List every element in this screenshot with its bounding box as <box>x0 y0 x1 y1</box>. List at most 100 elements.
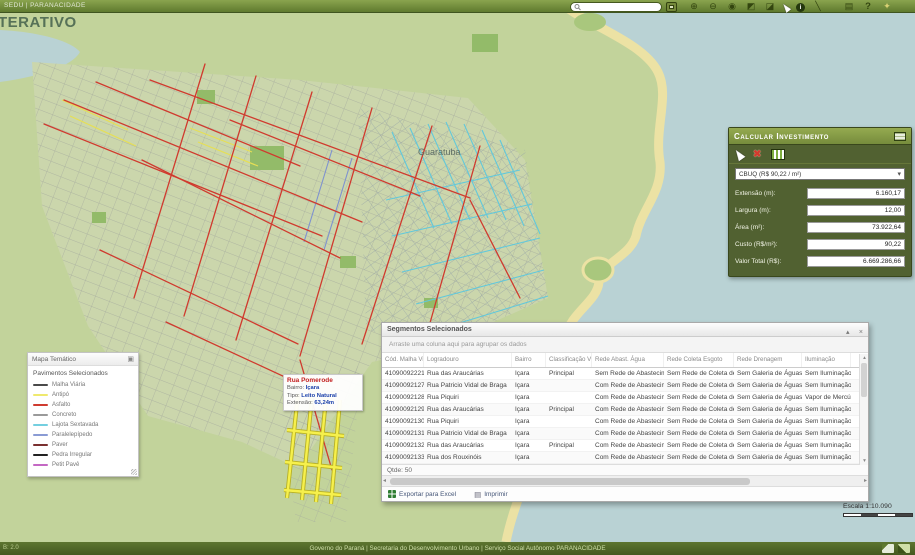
clear-selection-icon[interactable]: ✖ <box>753 149 761 160</box>
table-cell: Sem Iluminação <box>805 430 851 437</box>
scroll-down-icon[interactable]: ▾ <box>860 457 869 465</box>
calculator-icon[interactable] <box>894 131 906 141</box>
invest-field-row: Extensão (m): 6.160,17 <box>735 185 905 202</box>
print-label: Imprimir <box>484 490 508 498</box>
invest-field-label: Área (m²): <box>735 224 765 231</box>
invest-field-label: Extensão (m): <box>735 190 776 197</box>
legend-item: Asfalto <box>33 400 133 410</box>
invest-field-input[interactable]: 6.669.286,66 <box>807 256 905 267</box>
legend-item: Paver <box>33 440 133 450</box>
tooltip-row: Extensão: 63,24m <box>287 400 359 408</box>
legend-item: Pedra Irregular <box>33 450 133 460</box>
print-icon[interactable]: ▤ <box>843 0 855 13</box>
table-row[interactable]: 41090092221 Rua das Araucárias Içara Princi… <box>382 368 861 380</box>
invest-field-input[interactable]: 90,22 <box>807 239 905 250</box>
info-icon[interactable]: i <box>796 3 805 12</box>
scroll-thumb[interactable] <box>390 478 750 485</box>
invest-field-row: Custo (R$/m²): 90,22 <box>735 236 905 253</box>
legend-label: Lajota Sextavada <box>52 422 99 428</box>
select-tool-icon[interactable] <box>732 147 746 162</box>
window-close-icon[interactable]: × <box>859 329 863 336</box>
table-row[interactable]: 41090092127 Rua Patricio Vidal de Braga Iç… <box>382 380 861 392</box>
table-cell: 41090092131 <box>385 430 424 437</box>
key-icon[interactable]: ✦ <box>881 0 893 13</box>
table-row[interactable]: 41090092130 Rua Piquiri Içara Com Rede de A… <box>382 416 861 428</box>
table-cell: Rua Patricio Vidal de Braga <box>427 430 507 437</box>
table-cell: Sem Galeria de Águas Pl... <box>737 430 802 437</box>
search-submit-button[interactable] <box>666 1 677 12</box>
table-row[interactable]: 41090092133 Rua dos Rouxinóis Içara Com Red… <box>382 452 861 464</box>
table-cell: Rua Piquiri <box>427 418 459 425</box>
search-input[interactable] <box>581 2 659 11</box>
legend-swatch <box>33 383 48 387</box>
tooltip-value: Leito Natural <box>301 392 337 399</box>
group-drop-zone[interactable]: Arraste uma coluna aqui para agrupar os … <box>382 337 868 353</box>
export-excel-button[interactable]: Exportar para Excel <box>388 490 456 498</box>
scroll-up-icon[interactable]: ▴ <box>860 354 869 362</box>
globe-icon[interactable]: ◉ <box>726 0 738 13</box>
legend-collapse-icon[interactable]: ▣ <box>127 355 134 363</box>
table-cell <box>546 392 592 404</box>
search-box <box>570 1 662 12</box>
column-header[interactable]: Rede Coleta Esgoto <box>664 353 734 367</box>
invest-field-row: Área (m²): 73.922,64 <box>735 219 905 236</box>
show-table-icon[interactable] <box>771 149 786 160</box>
help-icon[interactable]: ? <box>862 0 874 13</box>
zoom-next-icon[interactable]: ◪ <box>764 0 776 13</box>
table-row[interactable]: 41090092132 Rua das Araucárias Içara Princi… <box>382 440 861 452</box>
legend-item: Concreto <box>33 410 133 420</box>
pointer-icon[interactable] <box>780 2 792 13</box>
column-header[interactable]: Classificação Via <box>546 353 592 367</box>
zoom-out-icon[interactable]: ⊖ <box>707 0 719 13</box>
zoom-previous-icon[interactable]: ◩ <box>745 0 757 13</box>
column-header[interactable]: Rede Abast. Água <box>592 353 664 367</box>
table-cell: 41090092132 <box>385 442 424 449</box>
window-collapse-icon[interactable]: ▴ <box>846 329 850 336</box>
toolbar-icons: ⊕ ⊖ ◉ ◩ ◪ i ╲ ▤? ✦ <box>688 0 893 13</box>
table-row[interactable]: 41090092128 Rua Piquiri Içara Com Rede de A… <box>382 392 861 404</box>
column-header[interactable]: Rede Drenagem <box>734 353 802 367</box>
export-label: Exportar para Excel <box>399 490 457 498</box>
resize-handle[interactable] <box>131 469 137 475</box>
table-cell: Sem Iluminação <box>805 418 851 425</box>
table-row[interactable]: 41090092129 Rua das Araucárias Içara Princi… <box>382 404 861 416</box>
column-header[interactable]: Cód. Malha Viária <box>382 353 424 367</box>
table-cell: Rua das Araucárias <box>427 406 484 413</box>
horizontal-scrollbar[interactable]: ◂ ▸ <box>382 475 868 486</box>
print-table-button[interactable]: ▤ Imprimir <box>474 490 508 499</box>
scroll-thumb[interactable] <box>861 363 867 397</box>
scroll-left-icon[interactable]: ◂ <box>383 476 386 487</box>
legend-item: Antipó <box>33 390 133 400</box>
column-header[interactable]: Bairro <box>512 353 546 367</box>
pavement-select[interactable]: CBUQ (R$ 90,22 / m²) ▾ <box>735 168 905 180</box>
map-title: TERATIVO <box>0 14 77 31</box>
legend-label: Asfalto <box>52 402 71 408</box>
column-header[interactable]: Iluminação <box>802 353 851 367</box>
legend-swatch <box>33 463 48 467</box>
invest-field-input[interactable]: 12,00 <box>807 205 905 216</box>
legend-item: Lajota Sextavada <box>33 420 133 430</box>
tooltip-title: Rua Pomerode <box>287 377 333 384</box>
table-cell: Sem Rede de Coleta de E... <box>667 370 734 377</box>
table-row[interactable]: 41090092131 Rua Patricio Vidal de Braga Iç… <box>382 428 861 440</box>
table-body: 41090092221 Rua das Araucárias Içara Princi… <box>382 368 861 464</box>
invest-field-input[interactable]: 6.160,17 <box>807 188 905 199</box>
island <box>574 13 606 31</box>
column-header[interactable]: Logradouro <box>424 353 512 367</box>
legend-label: Petit Pavê <box>52 462 80 468</box>
zoom-in-icon[interactable]: ⊕ <box>688 0 700 13</box>
invest-field-input[interactable]: 73.922,64 <box>807 222 905 233</box>
table-cell: Sem Rede de Coleta de E... <box>667 418 734 425</box>
search-icon <box>574 3 581 10</box>
tooltip-label: Extensão: <box>287 400 315 406</box>
city-label: Guaratuba <box>418 147 461 157</box>
window-controls: ▴ × <box>841 321 863 339</box>
invest-field-row: Valor Total (R$): 6.669.286,66 <box>735 253 905 270</box>
invest-tools: ✖ <box>729 145 911 164</box>
measure-icon[interactable]: ╲ <box>812 0 824 13</box>
scroll-right-icon[interactable]: ▸ <box>864 476 867 487</box>
table-cell: Principal <box>549 406 574 413</box>
table-cell <box>546 380 592 392</box>
legend-label: Paver <box>52 442 68 448</box>
vertical-scrollbar[interactable]: ▴ ▾ <box>859 354 868 465</box>
